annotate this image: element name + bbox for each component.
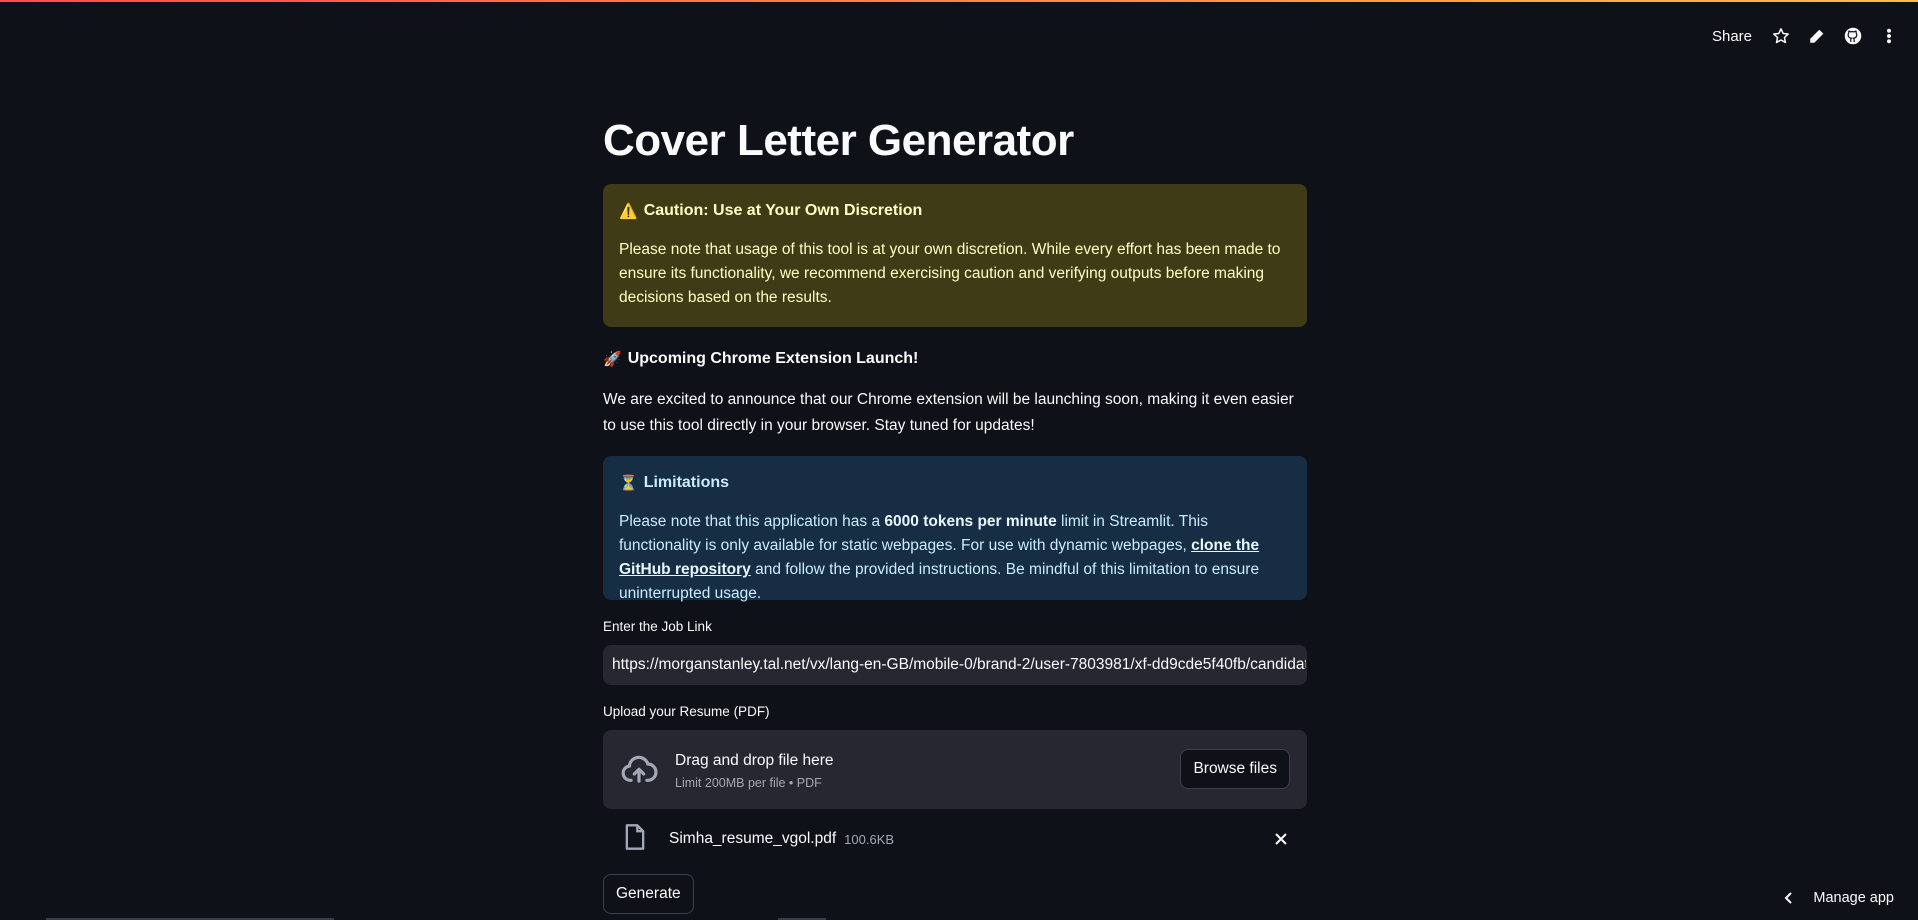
limitations-body: Please note that this application has a … (619, 510, 1291, 606)
limitations-text-1: Please note that this application has a (619, 513, 885, 530)
rocket-icon: 🚀 (603, 350, 622, 368)
generate-button[interactable]: Generate (603, 874, 694, 914)
star-icon[interactable] (1772, 27, 1790, 45)
share-button[interactable]: Share (1712, 28, 1752, 45)
caution-body: Please note that usage of this tool is a… (619, 241, 1281, 306)
dropzone-texts: Drag and drop file here Limit 200MB per … (675, 750, 834, 790)
caution-title: Caution: Use at Your Own Discretion (643, 202, 923, 219)
pencil-icon[interactable] (1808, 27, 1826, 45)
job-link-label: Enter the Job Link (603, 619, 712, 634)
browse-files-button[interactable]: Browse files (1180, 749, 1290, 789)
uploaded-file-name: Simha_resume_vgol.pdf (669, 830, 837, 847)
limitations-title-row: ⏳ Limitations (619, 472, 1291, 494)
app-toolbar: Share (1712, 22, 1898, 50)
manage-app-button[interactable]: Manage app (1783, 890, 1894, 906)
announcement-title-row: 🚀 Upcoming Chrome Extension Launch! (603, 347, 1307, 371)
chevron-left-icon (1784, 892, 1793, 904)
more-vertical-icon[interactable] (1880, 27, 1898, 45)
caution-alert: ⚠️ Caution: Use at Your Own Discretion P… (603, 184, 1307, 327)
file-limit-text: Limit 200MB per file • PDF (675, 775, 822, 790)
manage-app-label: Manage app (1813, 890, 1894, 906)
resume-upload-label: Upload your Resume (PDF) (603, 704, 770, 719)
close-icon[interactable] (1273, 831, 1289, 847)
page-title: Cover Letter Generator (603, 116, 1074, 165)
announcement-title: Upcoming Chrome Extension Launch! (627, 350, 919, 367)
file-icon (623, 823, 647, 856)
file-dropzone[interactable]: Drag and drop file here Limit 200MB per … (603, 730, 1307, 809)
hourglass-icon: ⏳ (619, 474, 638, 492)
uploaded-file-row: Simha_resume_vgol.pdf 100.6KB (603, 815, 1307, 863)
limitations-alert: ⏳ Limitations Please note that this appl… (603, 456, 1307, 602)
uploaded-file-size: 100.6KB (844, 831, 895, 847)
drag-drop-text: Drag and drop file here (675, 751, 834, 769)
announcement-body: We are excited to announce that our Chro… (603, 391, 1294, 434)
job-link-input[interactable]: https://morganstanley.tal.net/vx/lang-en… (603, 645, 1307, 685)
github-icon[interactable] (1844, 27, 1862, 45)
main-content: Cover Letter Generator ⚠️ Caution: Use a… (603, 112, 1307, 914)
top-decoration-bar (0, 0, 1918, 2)
caution-title-row: ⚠️ Caution: Use at Your Own Discretion (619, 200, 1291, 222)
limitations-token-limit: 6000 tokens per minute (884, 513, 1057, 530)
warning-icon: ⚠️ (619, 202, 638, 220)
cloud-upload-icon (619, 750, 659, 790)
limitations-title: Limitations (643, 474, 730, 491)
